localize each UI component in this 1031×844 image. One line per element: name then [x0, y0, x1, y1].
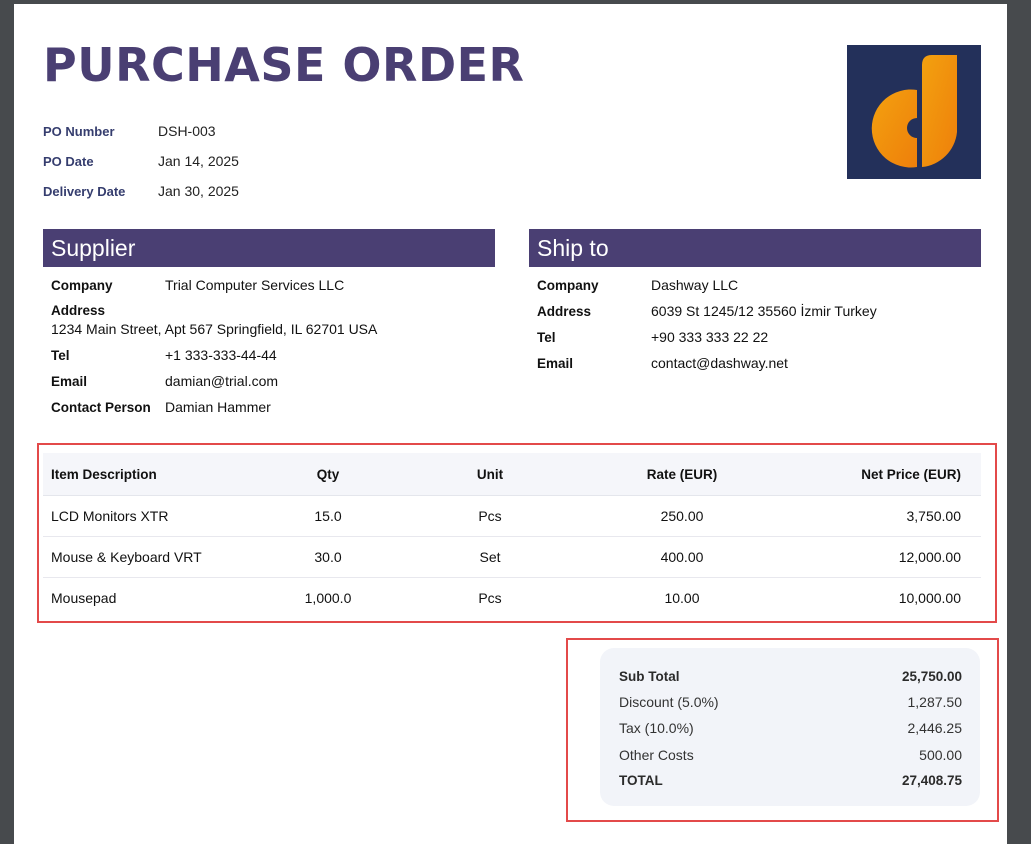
- po-date-value: Jan 14, 2025: [158, 153, 239, 169]
- shipto-email-label: Email: [537, 355, 574, 371]
- dashway-logo: [847, 45, 981, 179]
- shipto-company-label: Company: [537, 277, 599, 293]
- po-date-label: PO Date: [43, 153, 94, 169]
- supplier-email-label: Email: [51, 373, 88, 389]
- shipto-heading: Ship to: [529, 229, 981, 267]
- po-number-row: PO Number DSH-003: [43, 116, 239, 146]
- shipto-email-value[interactable]: contact@dashway.net: [651, 355, 788, 371]
- shipto-tel-row: Tel +90 333 333 22 22: [537, 324, 981, 350]
- shipto-company-value: Dashway LLC: [651, 277, 739, 293]
- shipto-address-label: Address: [537, 303, 592, 319]
- page-title: PURCHASE ORDER: [43, 38, 525, 92]
- supplier-company-label: Company: [51, 277, 113, 293]
- shipto-address-value: 6039 St 1245/12 35560 İzmir Turkey: [651, 303, 877, 319]
- shipto-info: Company Dashway LLC Address 6039 St 1245…: [537, 272, 981, 376]
- po-date-row: PO Date Jan 14, 2025: [43, 146, 239, 176]
- po-number-value: DSH-003: [158, 123, 216, 139]
- supplier-email-row: Email damian@trial.com: [51, 368, 495, 394]
- delivery-date-label: Delivery Date: [43, 183, 126, 199]
- supplier-tel-label: Tel: [51, 347, 70, 363]
- supplier-heading: Supplier: [43, 229, 495, 267]
- supplier-company-value: Trial Computer Services LLC: [165, 277, 345, 293]
- delivery-date-row: Delivery Date Jan 30, 2025: [43, 176, 239, 206]
- supplier-address-value: 1234 Main Street, Apt 567 Springfield, I…: [51, 321, 378, 337]
- totals-highlight-box: [566, 638, 999, 822]
- supplier-company-row: Company Trial Computer Services LLC: [51, 272, 495, 298]
- po-meta: PO Number DSH-003 PO Date Jan 14, 2025 D…: [43, 116, 239, 206]
- supplier-contact-value: Damian Hammer: [165, 399, 271, 415]
- shipto-address-row: Address 6039 St 1245/12 35560 İzmir Turk…: [537, 298, 981, 324]
- supplier-contact-label: Contact Person: [51, 399, 151, 415]
- supplier-contact-row: Contact Person Damian Hammer: [51, 394, 495, 420]
- po-number-label: PO Number: [43, 123, 115, 139]
- delivery-date-value: Jan 30, 2025: [158, 183, 239, 199]
- supplier-tel-value: +1 333-333-44-44: [165, 347, 277, 363]
- document-page: PURCHASE ORDER PO Number DSH-003 PO Date…: [14, 4, 1007, 844]
- supplier-info: Company Trial Computer Services LLC Addr…: [51, 272, 495, 420]
- supplier-tel-row: Tel +1 333-333-44-44: [51, 342, 495, 368]
- shipto-tel-label: Tel: [537, 329, 556, 345]
- shipto-tel-value: +90 333 333 22 22: [651, 329, 769, 345]
- items-highlight-box: [37, 443, 997, 623]
- supplier-address-label: Address: [51, 303, 106, 318]
- shipto-company-row: Company Dashway LLC: [537, 272, 981, 298]
- supplier-email-value[interactable]: damian@trial.com: [165, 373, 278, 389]
- shipto-email-row: Email contact@dashway.net: [537, 350, 981, 376]
